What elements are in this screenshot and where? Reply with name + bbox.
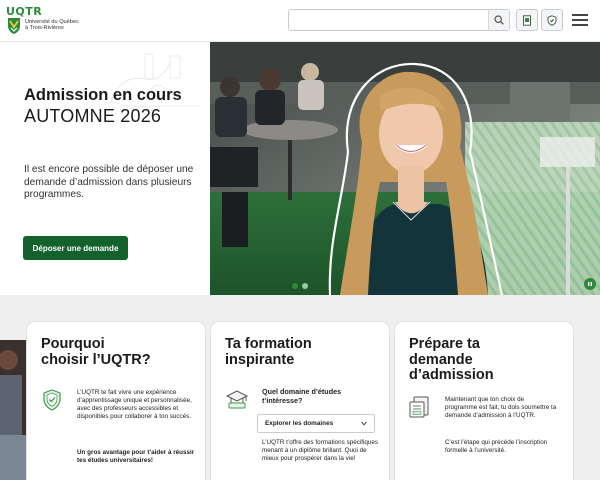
why-uqtr-text: L’UQTR te fait vivre une expérience d’ap… (77, 389, 192, 420)
hero-subtitle: AUTOMNE 2026 (24, 106, 162, 126)
pause-icon (588, 282, 592, 286)
explore-domains-select[interactable]: Explorer les domaines (257, 414, 375, 433)
hero-text-panel: Admission en cours AUTOMNE 2026 Il est e… (0, 42, 210, 295)
carousel-dot-2[interactable] (302, 283, 308, 289)
shield-icon (43, 389, 61, 411)
hero-photo (210, 42, 600, 295)
document-button[interactable] (516, 9, 538, 31)
prepare-application-text-2: C’est l’étape qui précède l’inscription … (445, 439, 548, 454)
formation-text: L’UQTR t’offre des formations spécifique… (262, 439, 379, 462)
document-form-icon (409, 396, 429, 418)
search-input[interactable] (289, 10, 488, 30)
search-button[interactable] (488, 10, 509, 30)
side-photo (0, 340, 27, 480)
document-icon (523, 14, 531, 26)
prepare-application-title: Prépare ta demande d’admission (409, 336, 494, 383)
carousel-dot-1[interactable] (292, 283, 298, 289)
why-uqtr-title: Pourquoi choisir l’UQTR? (41, 336, 151, 368)
hamburger-menu-button[interactable] (572, 12, 590, 28)
crest-icon (8, 18, 20, 34)
why-uqtr-highlight: Un gros avantage pour t’aider à réussir … (77, 449, 195, 464)
shield-icon (547, 14, 557, 26)
carousel-pause-button[interactable] (584, 278, 596, 290)
search-icon (494, 15, 504, 25)
shield-button[interactable] (541, 9, 563, 31)
search-box (288, 9, 510, 31)
formation-title: Ta formation inspirante (225, 336, 312, 368)
graduation-cap-icon (225, 390, 249, 409)
hamburger-menu-icon (572, 14, 590, 26)
uqtr-logo[interactable]: UQTR Université du Québec à Trois-Rivièr… (6, 5, 96, 37)
formation-question: Quel domaine d’études t’intéresse? (262, 387, 342, 405)
hero-photo-illustration (210, 42, 600, 295)
chevron-down-icon (361, 421, 367, 426)
logo-university-name: Université du Québec à Trois-Rivières (25, 19, 79, 32)
hero-description: Il est encore possible de déposer une de… (24, 164, 194, 201)
hero-title: Admission en cours (24, 86, 182, 104)
submit-application-button[interactable]: Déposer une demande (23, 236, 128, 260)
site-header: UQTR Université du Québec à Trois-Rivièr… (0, 0, 600, 42)
prepare-application-text-1: Maintenant que ton choix de programme es… (445, 396, 557, 419)
